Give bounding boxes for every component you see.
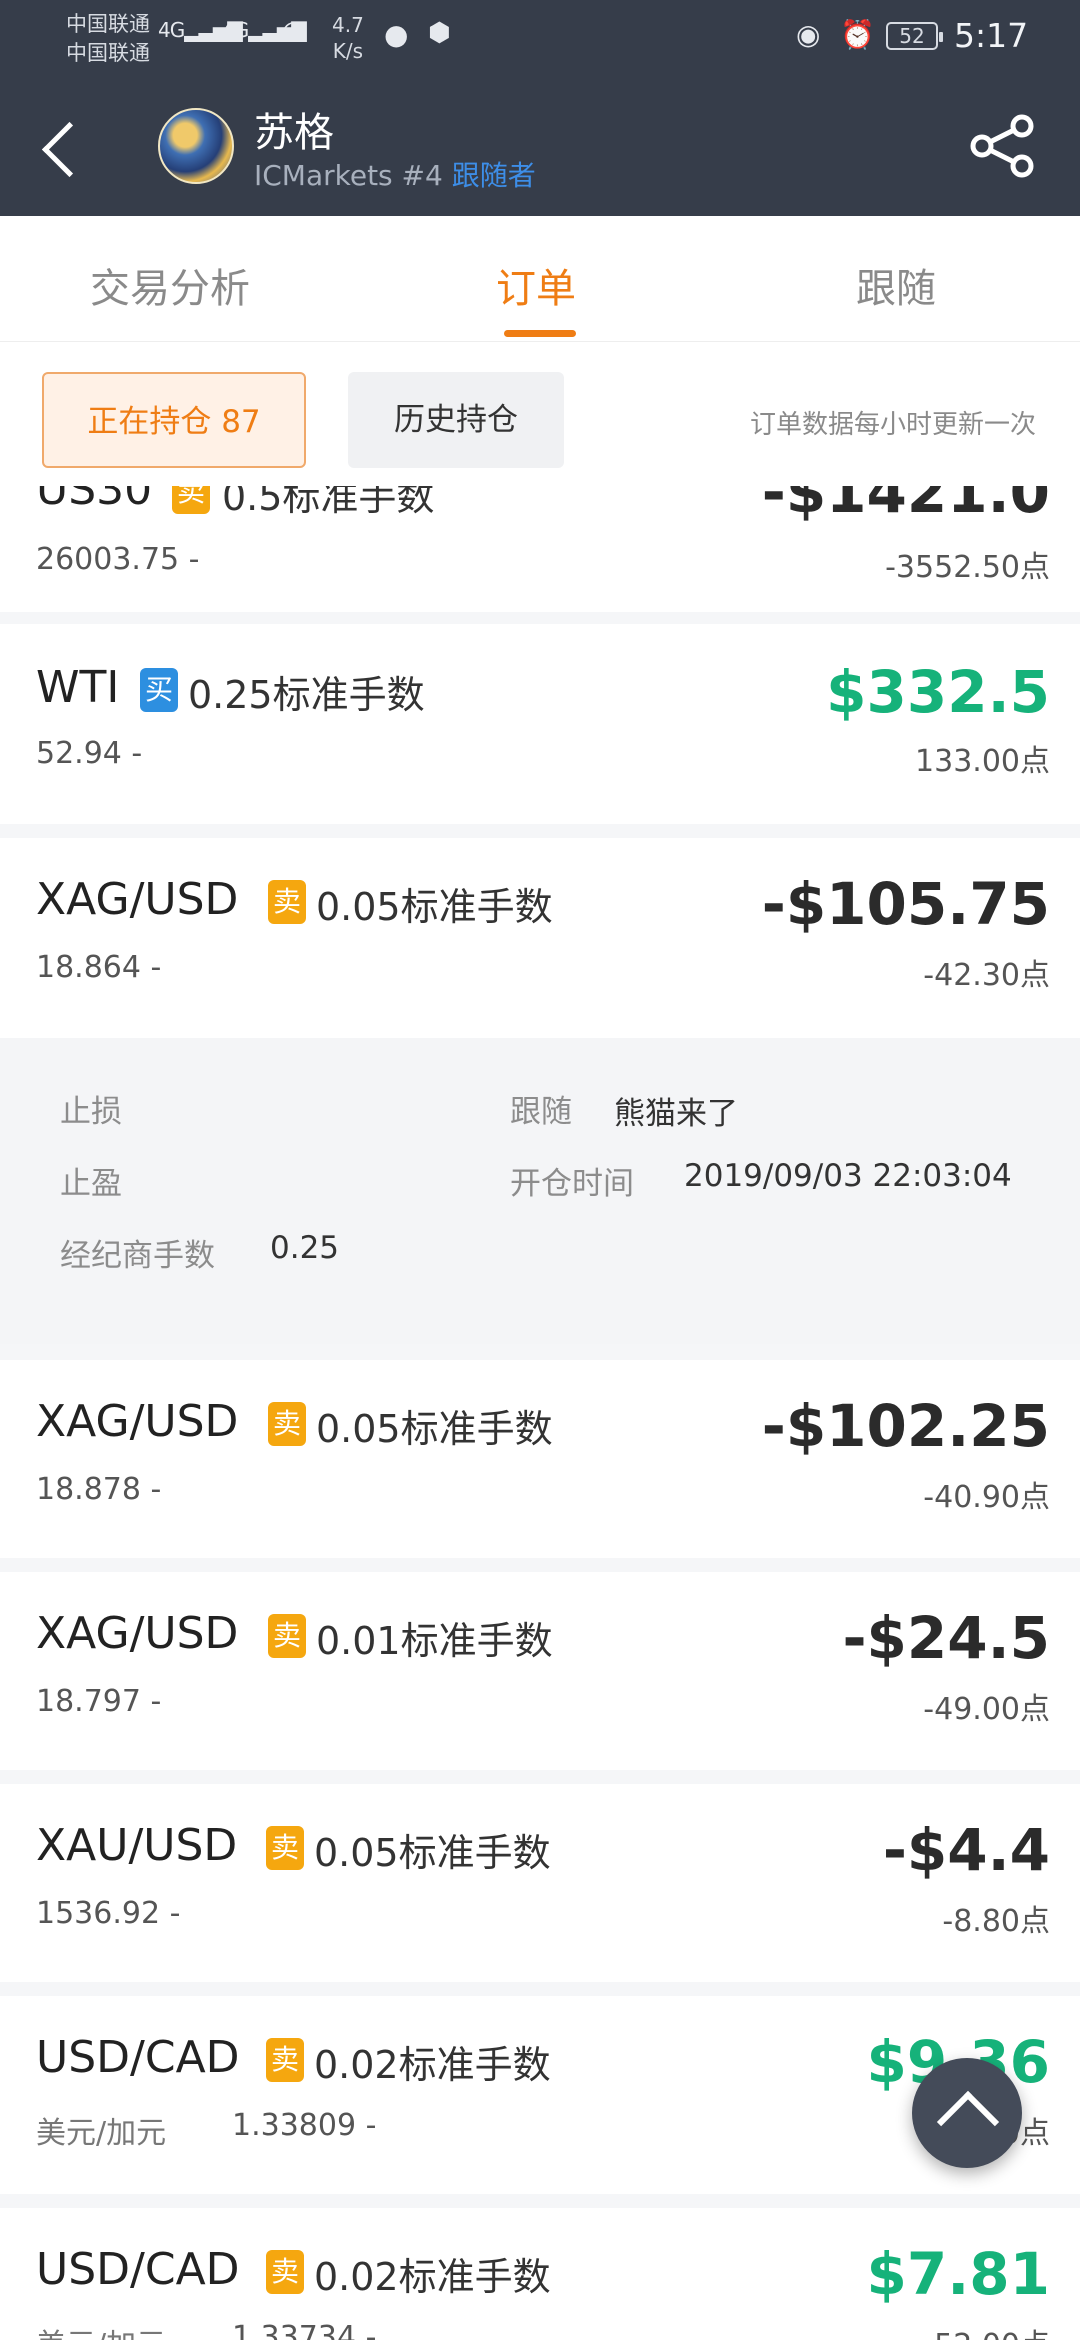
order-row[interactable]: XAG/USD 卖 0.05标准手数 18.878 - -$102.25 -40… bbox=[0, 1360, 1080, 1558]
order-side-badge: 卖 bbox=[268, 1402, 306, 1446]
order-symbol: XAU/USD bbox=[36, 1820, 238, 1871]
history-positions-button[interactable]: 历史持仓 bbox=[348, 372, 564, 468]
order-detail-panel: 止损 止盈 经纪商手数 0.25 跟随 熊猫来了 开仓时间 2019/09/03… bbox=[0, 1038, 1080, 1344]
order-lots: 0.02标准手数 bbox=[314, 2255, 551, 2299]
trader-name: 苏格 bbox=[254, 110, 334, 156]
wechat-icon: ● bbox=[384, 18, 409, 51]
eye-comfort-icon: ◉ bbox=[796, 18, 821, 51]
order-pl: -$105.75 bbox=[761, 870, 1050, 938]
order-side-badge: 卖 bbox=[266, 1826, 304, 1870]
order-side-badge: 卖 bbox=[268, 1614, 306, 1658]
wifi-icon: ◠ bbox=[282, 16, 305, 46]
share-icon[interactable] bbox=[968, 114, 1038, 178]
order-symbol: XAG/USD bbox=[36, 1608, 239, 1659]
order-price: 1536.92 - bbox=[36, 1896, 181, 1931]
carrier-2: 中国联通 bbox=[66, 41, 150, 65]
follow-label: 跟随 bbox=[510, 1094, 572, 1130]
alarm-icon: ⏰ bbox=[840, 18, 875, 51]
order-price: 1.33734 - bbox=[232, 2320, 377, 2340]
top-bar: 中国联通 中国联通 4G▂▃▅▇ 4G▂▃▅▇ ◠ 4.7 K/s ● ⬢ ◉ … bbox=[0, 0, 1080, 216]
order-side-badge: 卖 bbox=[268, 880, 306, 924]
carrier-info: 中国联通 中国联通 bbox=[66, 10, 150, 68]
order-row[interactable]: US30 卖 0.5标准手数 26003.75 - -$1421.0 -3552… bbox=[0, 486, 1080, 612]
order-symbol: USD/CAD bbox=[36, 2032, 240, 2083]
order-lots: 0.02标准手数 bbox=[314, 2043, 551, 2087]
order-price: 1.33809 - bbox=[232, 2108, 377, 2143]
order-pl: -$24.5 bbox=[842, 1604, 1050, 1672]
open-positions-button[interactable]: 正在持仓 87 bbox=[42, 372, 306, 468]
order-list[interactable]: US30 卖 0.5标准手数 26003.75 - -$1421.0 -3552… bbox=[0, 486, 1080, 2340]
order-lots: 0.25标准手数 bbox=[188, 673, 425, 717]
order-row[interactable]: XAG/USD 卖 0.05标准手数 18.864 - -$105.75 -42… bbox=[0, 838, 1080, 1038]
order-side-badge: 卖 bbox=[172, 486, 210, 514]
order-symbol: XAG/USD bbox=[36, 874, 239, 925]
avatar[interactable] bbox=[158, 108, 234, 184]
battery-icon: 52 bbox=[886, 22, 943, 50]
order-row[interactable]: XAG/USD 卖 0.01标准手数 18.797 - -$24.5 -49.0… bbox=[0, 1572, 1080, 1770]
order-pl: $7.81 bbox=[866, 2240, 1050, 2308]
order-points: -8.80点 bbox=[942, 1904, 1050, 1939]
order-lots: 0.05标准手数 bbox=[316, 885, 553, 929]
open-time-value: 2019/09/03 22:03:04 bbox=[684, 1158, 1012, 1194]
order-symbol: USD/CAD bbox=[36, 2244, 240, 2295]
order-price: 52.94 - bbox=[36, 736, 143, 771]
order-symbol: US30 bbox=[36, 486, 153, 515]
order-lots: 0.05标准手数 bbox=[314, 1831, 551, 1875]
order-points: -3552.50点 bbox=[885, 550, 1050, 585]
order-lots: 0.01标准手数 bbox=[316, 1619, 553, 1663]
broker-line: ICMarkets #4 跟随者 bbox=[254, 154, 536, 194]
broker-account: ICMarkets #4 bbox=[254, 159, 443, 192]
order-points: -42.30点 bbox=[923, 958, 1050, 993]
filter-row: 正在持仓 87 历史持仓 订单数据每小时更新一次 bbox=[0, 342, 1080, 486]
order-lots: 0.05标准手数 bbox=[316, 1407, 553, 1451]
order-points: -40.90点 bbox=[923, 1480, 1050, 1515]
order-row[interactable]: USD/CAD 卖 0.02标准手数 美元/加元 1.33734 - $7.81… bbox=[0, 2208, 1080, 2340]
follow-value: 熊猫来了 bbox=[614, 1096, 738, 1132]
app-notification-icon: ⬢ bbox=[428, 18, 451, 48]
order-points: 133.00点 bbox=[915, 744, 1050, 779]
broker-lots-value: 0.25 bbox=[270, 1230, 340, 1266]
order-price: 18.864 - bbox=[36, 950, 162, 985]
order-side-badge: 卖 bbox=[266, 2250, 304, 2294]
status-time: 5:17 bbox=[954, 16, 1029, 55]
role-tag: 跟随者 bbox=[451, 159, 536, 192]
order-pl: -$1421.0 bbox=[761, 486, 1050, 526]
active-tab-indicator bbox=[504, 330, 576, 337]
tab-trade-analysis[interactable]: 交易分析 bbox=[90, 256, 250, 314]
tab-bar: 交易分析 订单 跟随 bbox=[0, 216, 1080, 342]
order-row[interactable]: XAU/USD 卖 0.05标准手数 1536.92 - -$4.4 -8.80… bbox=[0, 1784, 1080, 1982]
order-symbol: XAG/USD bbox=[36, 1396, 239, 1447]
order-lots: 0.5标准手数 bbox=[222, 486, 435, 519]
order-pl: -$102.25 bbox=[761, 1392, 1050, 1460]
order-row[interactable]: WTI 买 0.25标准手数 52.94 - $332.5 133.00点 bbox=[0, 624, 1080, 824]
broker-lots-label: 经纪商手数 bbox=[60, 1238, 215, 1274]
status-bar: 中国联通 中国联通 4G▂▃▅▇ 4G▂▃▅▇ ◠ 4.7 K/s ● ⬢ ◉ … bbox=[0, 0, 1080, 72]
network-speed: 4.7 K/s bbox=[332, 13, 364, 63]
chevron-left-icon[interactable] bbox=[36, 112, 84, 180]
order-pl: -$4.4 bbox=[882, 1816, 1050, 1884]
order-pair-name: 美元/加元 bbox=[36, 2320, 166, 2340]
order-points: 52.00点 bbox=[934, 2320, 1050, 2340]
tab-orders[interactable]: 订单 bbox=[496, 256, 576, 314]
stop-loss-label: 止损 bbox=[60, 1094, 122, 1130]
open-time-label: 开仓时间 bbox=[510, 1166, 634, 1202]
scroll-top-icon[interactable] bbox=[912, 2058, 1022, 2168]
carrier-1: 中国联通 bbox=[66, 12, 150, 36]
order-pair-name: 美元/加元 bbox=[36, 2116, 167, 2151]
tab-follow[interactable]: 跟随 bbox=[856, 256, 936, 314]
order-price: 26003.75 - bbox=[36, 542, 200, 577]
order-points: -49.00点 bbox=[923, 1692, 1050, 1727]
order-pl: $332.5 bbox=[826, 658, 1050, 726]
order-price: 18.797 - bbox=[36, 1684, 162, 1719]
order-symbol: WTI bbox=[36, 662, 120, 713]
take-profit-label: 止盈 bbox=[60, 1166, 122, 1202]
order-price: 18.878 - bbox=[36, 1472, 162, 1507]
update-note: 订单数据每小时更新一次 bbox=[749, 410, 1036, 440]
order-side-badge: 买 bbox=[140, 668, 178, 712]
order-side-badge: 卖 bbox=[266, 2038, 304, 2082]
